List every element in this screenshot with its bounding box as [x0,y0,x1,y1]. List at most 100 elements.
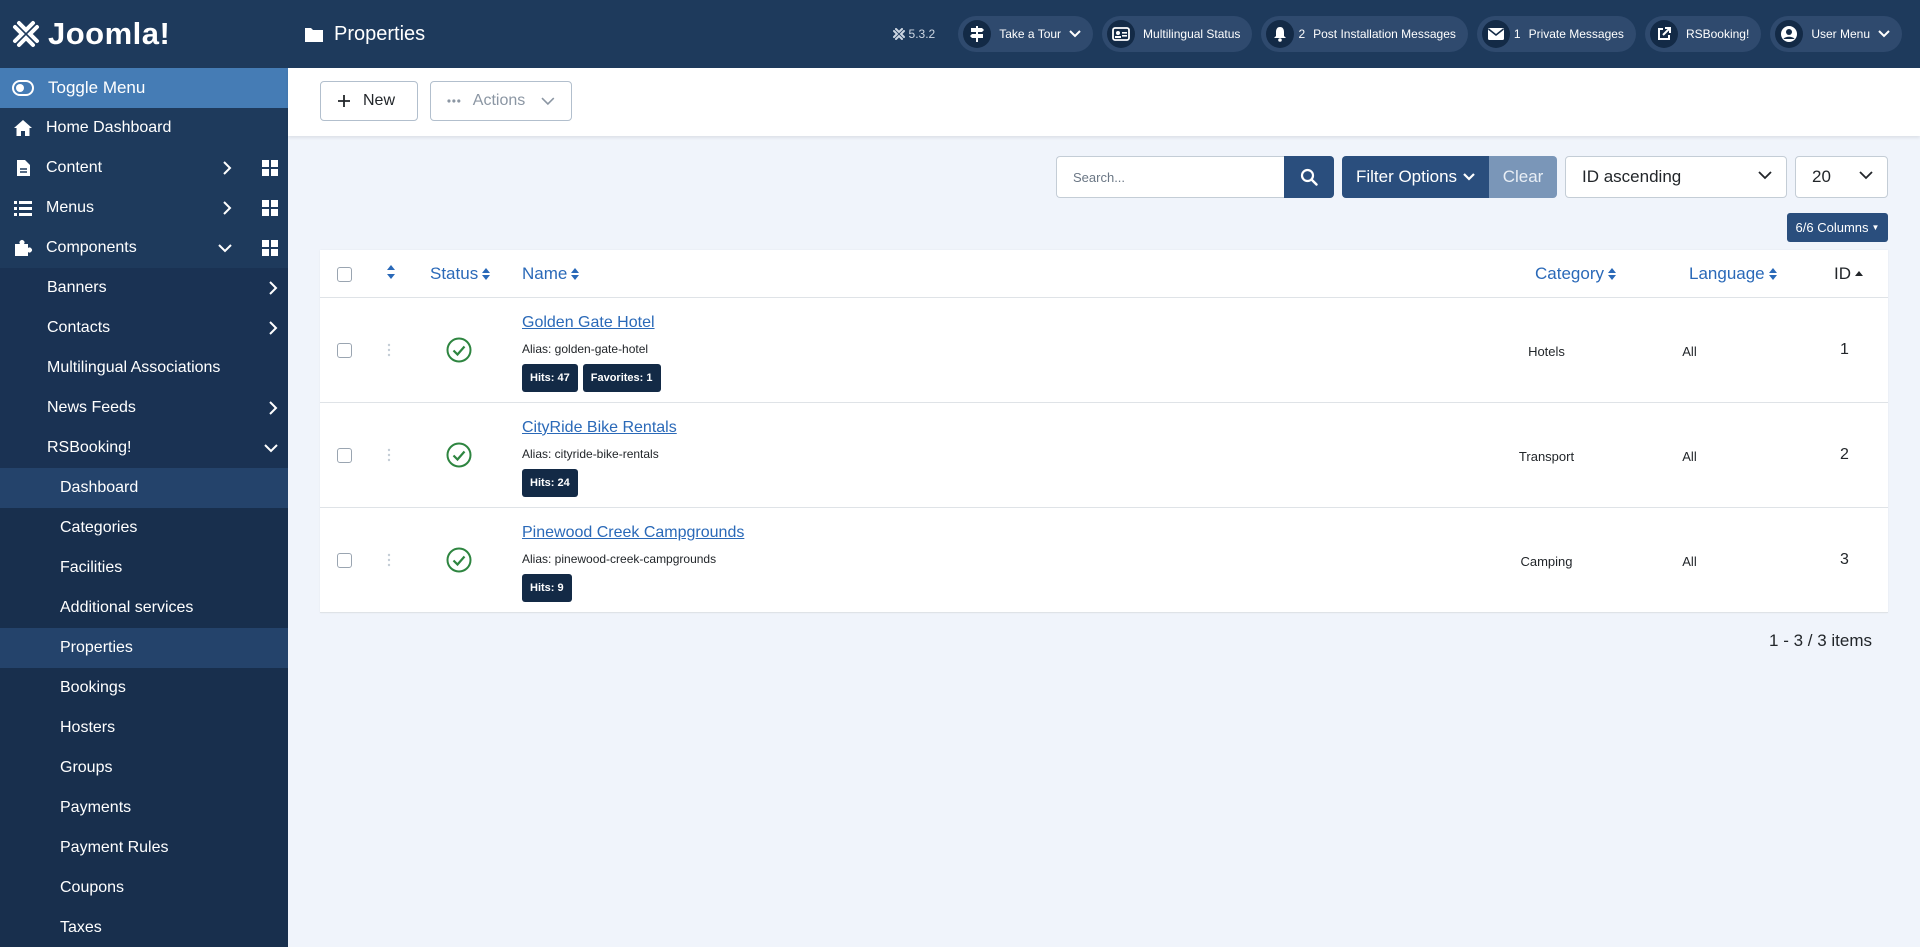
file-icon [12,159,34,177]
name-header[interactable]: Name [522,264,580,284]
post-installation-messages-button[interactable]: 2 Post Installation Messages [1261,16,1468,52]
table-row: Golden Gate Hotel Alias: golden-gate-hot… [320,298,1888,403]
chevron-down-icon [541,97,555,105]
language-header[interactable]: Language [1689,264,1778,284]
take-a-tour-label: Take a Tour [999,27,1062,41]
dashboard-grid-icon[interactable] [262,240,278,256]
rsbooking-site-button[interactable]: RSBooking! [1644,16,1762,52]
caret-down-icon: ▼ [1871,223,1880,232]
category-header[interactable]: Category [1535,264,1617,284]
sidebar-item-rsbooking[interactable]: RSBooking! [0,428,288,468]
toggle-menu-label: Toggle Menu [48,78,146,97]
sidebar-item-rsb-properties[interactable]: Properties [0,628,288,668]
joomla-logo[interactable]: Joomla! [0,0,288,68]
chevron-down-icon[interactable] [264,443,278,453]
post-installation-count: 2 [1298,27,1306,41]
row-checkbox[interactable] [337,553,352,568]
search-input[interactable]: Search... [1056,156,1284,198]
search-button[interactable] [1284,156,1334,198]
sidebar-item-rsb-taxes[interactable]: Taxes [0,908,288,947]
ellipsis-icon [447,99,461,103]
new-button[interactable]: New [320,81,418,121]
sidebar-item-rsb-hosters[interactable]: Hosters [0,708,288,748]
columns-button[interactable]: 6/6 Columns ▼ [1787,213,1888,242]
ordering-value: ID ascending [1582,167,1682,186]
drag-handle-icon[interactable] [387,342,391,358]
chevron-right-icon[interactable] [268,401,278,415]
sidebar-item-label: News Feeds [47,399,136,416]
sidebar-item-multilingual-associations[interactable]: Multilingual Associations [0,348,288,388]
private-messages-count: 1 [1513,27,1521,41]
property-alias: Alias: golden-gate-hotel [522,342,649,356]
chevron-right-icon[interactable] [268,281,278,295]
sidebar-item-rsb-payments[interactable]: Payments [0,788,288,828]
sidebar-item-contacts[interactable]: Contacts [0,308,288,348]
category-cell: Hotels [1528,344,1565,359]
dashboard-grid-icon[interactable] [262,200,278,216]
id-cell: 1 [1840,341,1849,358]
user-menu-button[interactable]: User Menu [1770,16,1902,52]
ordering-select[interactable]: ID ascending [1565,156,1787,198]
sidebar-item-content[interactable]: Content [0,148,288,188]
sidebar-item-news-feeds[interactable]: News Feeds [0,388,288,428]
category-cell: Camping [1520,554,1573,569]
chevron-right-icon[interactable] [268,321,278,335]
sidebar-item-menus[interactable]: Menus [0,188,288,228]
sort-icon [1768,268,1777,280]
list-limit-value: 20 [1812,167,1831,186]
property-name-link[interactable]: Golden Gate Hotel [522,314,655,332]
multilingual-status-button[interactable]: Multilingual Status [1102,16,1253,52]
pagination-counter: 1 - 3 / 3 items [1769,631,1872,650]
bell-icon [1266,20,1295,48]
sort-icon [571,268,580,280]
sidebar-item-label: Dashboard [60,479,139,496]
sidebar-item-rsb-coupons[interactable]: Coupons [0,868,288,908]
sidebar-item-home-dashboard[interactable]: Home Dashboard [0,108,288,148]
property-name-link[interactable]: Pinewood Creek Campgrounds [522,524,744,542]
external-link-icon [1649,20,1678,48]
sidebar-item-label: Groups [60,759,113,776]
list-limit-select[interactable]: 20 [1795,156,1888,198]
sidebar-item-rsb-payment-rules[interactable]: Payment Rules [0,828,288,868]
published-check-icon[interactable] [446,547,472,573]
row-checkbox[interactable] [337,448,352,463]
status-header[interactable]: Status [430,264,491,284]
take-a-tour-button[interactable]: Take a Tour [958,16,1094,52]
actions-dropdown[interactable]: Actions [430,81,572,121]
chevron-down-icon[interactable] [218,243,232,253]
actions-label: Actions [472,92,526,109]
sidebar-item-banners[interactable]: Banners [0,268,288,308]
ordering-sort-header[interactable] [386,264,396,280]
published-check-icon[interactable] [446,442,472,468]
clear-button[interactable]: Clear [1489,156,1557,198]
select-all-checkbox[interactable] [337,267,352,282]
id-cell: 2 [1840,446,1849,463]
dashboard-grid-icon[interactable] [262,160,278,176]
hits-badge: Hits: 9 [522,574,572,602]
sidebar-item-rsb-groups[interactable]: Groups [0,748,288,788]
toggle-menu[interactable]: Toggle Menu [0,68,288,108]
chevron-right-icon[interactable] [222,201,232,215]
header: Properties 5.3.2 Take a Tour Multilingua… [288,0,1920,68]
property-name-link[interactable]: CityRide Bike Rentals [522,419,677,437]
sidebar-item-rsb-additional-services[interactable]: Additional services [0,588,288,628]
hits-badge: Hits: 47 [522,364,578,392]
private-messages-button[interactable]: 1 Private Messages [1476,16,1636,52]
drag-handle-icon[interactable] [387,552,391,568]
published-check-icon[interactable] [446,337,472,363]
sidebar-item-rsb-facilities[interactable]: Facilities [0,548,288,588]
chevron-right-icon[interactable] [222,161,232,175]
sidebar-item-rsb-categories[interactable]: Categories [0,508,288,548]
sidebar: Joomla! Toggle Menu Home Dashboard Conte… [0,0,288,947]
id-header[interactable]: ID [1834,264,1864,284]
filter-options-button[interactable]: Filter Options [1342,156,1489,198]
table-header: Status Name Category Language ID [320,250,1888,298]
sidebar-item-components[interactable]: Components [0,228,288,268]
chevron-down-icon [1859,171,1873,180]
language-cell: All [1682,554,1697,569]
drag-handle-icon[interactable] [387,447,391,463]
sidebar-item-rsb-dashboard[interactable]: Dashboard [0,468,288,508]
row-checkbox[interactable] [337,343,352,358]
sidebar-item-rsb-bookings[interactable]: Bookings [0,668,288,708]
favorites-badge: Favorites: 1 [582,364,661,392]
